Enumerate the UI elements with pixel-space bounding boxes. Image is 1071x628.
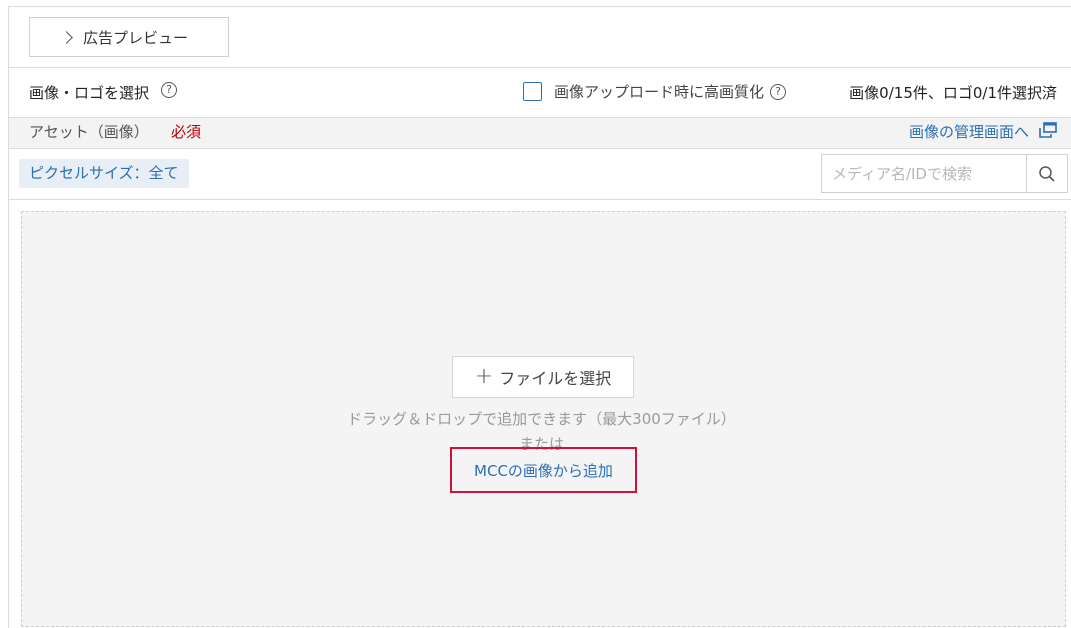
- search-button[interactable]: [1026, 155, 1067, 192]
- add-from-mcc-link[interactable]: MCCの画像から追加: [450, 447, 637, 493]
- high-quality-checkbox[interactable]: [523, 82, 542, 101]
- divider: [9, 199, 1071, 200]
- image-logo-select-heading: 画像・ロゴを選択 ?: [29, 81, 178, 103]
- asset-label: アセット（画像）: [29, 123, 149, 141]
- select-file-label: ファイルを選択: [499, 369, 612, 388]
- help-icon[interactable]: ?: [770, 83, 787, 100]
- ad-preview-toggle[interactable]: 広告プレビュー: [29, 17, 229, 57]
- ad-preview-label: 広告プレビュー: [83, 28, 189, 47]
- divider: [9, 148, 1071, 149]
- divider: [9, 67, 1071, 68]
- media-search: [821, 154, 1068, 193]
- required-badge: 必須: [171, 123, 202, 141]
- plus-icon: +: [474, 364, 494, 389]
- high-quality-option: 画像アップロード時に高画質化 ?: [523, 81, 787, 102]
- new-window-icon[interactable]: [1039, 122, 1057, 138]
- image-management-link[interactable]: 画像の管理画面へ: [909, 121, 1029, 142]
- add-from-mcc-label: MCCの画像から追加: [474, 461, 613, 480]
- section-title: 画像・ロゴを選択: [29, 84, 150, 102]
- high-quality-label: 画像アップロード時に高画質化: [554, 83, 765, 101]
- help-icon[interactable]: ?: [161, 81, 178, 98]
- selection-count: 画像0/15件、ロゴ0/1件選択済: [849, 84, 1057, 102]
- select-file-button[interactable]: + ファイルを選択: [452, 356, 634, 398]
- chevron-right-icon: [60, 31, 73, 44]
- pixel-size-filter[interactable]: ピクセルサイズ：全て: [19, 159, 189, 188]
- drag-drop-hint: ドラッグ＆ドロップで追加できます（最大300ファイル）: [347, 410, 736, 428]
- search-input[interactable]: [822, 155, 1026, 192]
- search-icon: [1039, 165, 1055, 182]
